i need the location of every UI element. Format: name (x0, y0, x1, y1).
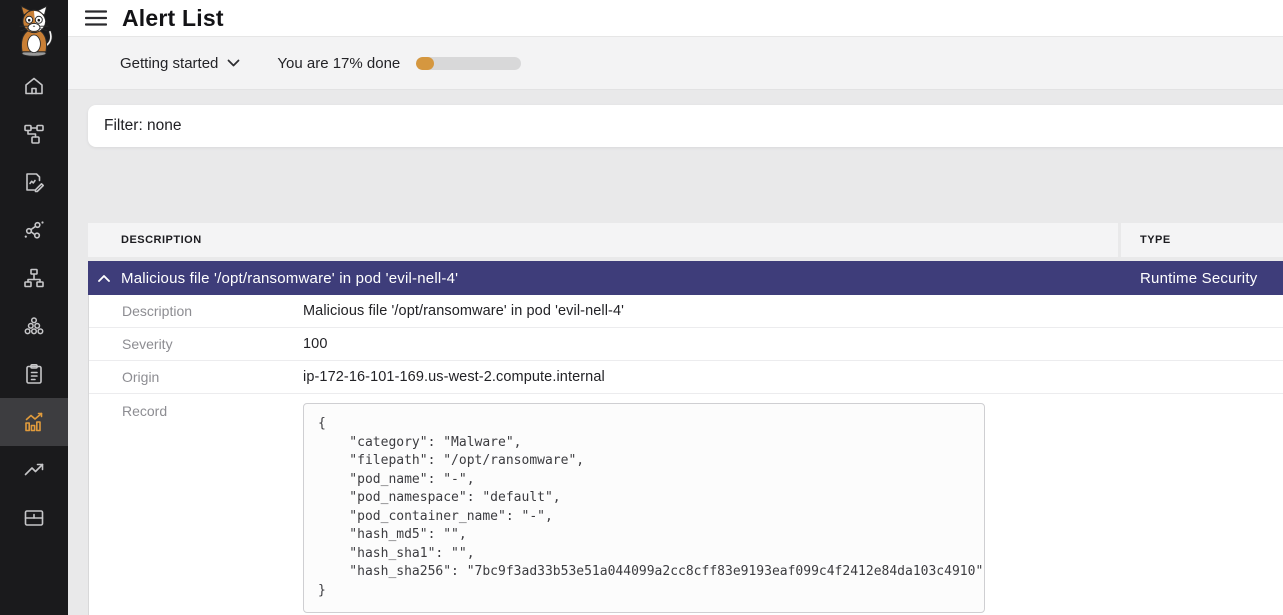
detail-value: 100 (303, 336, 328, 352)
table-header-row: DESCRIPTION TYPE (88, 223, 1283, 257)
alert-row-expanded[interactable]: Malicious file '/opt/ransomware' in pod … (88, 261, 1283, 295)
home-icon (22, 74, 46, 98)
detail-label: Description (122, 303, 303, 319)
storage-box-icon (22, 506, 46, 530)
chevron-down-icon (227, 59, 240, 67)
detail-label: Origin (122, 369, 303, 385)
main-area: Alert List Getting started You are 17% d… (68, 0, 1283, 615)
hamburger-icon[interactable] (83, 8, 109, 28)
topology-icon (22, 122, 46, 146)
sidebar-item-storage[interactable] (0, 494, 68, 542)
cluster-circles-icon (22, 314, 46, 338)
sidebar-item-molecule[interactable] (0, 206, 68, 254)
sidebar-item-report[interactable] (0, 158, 68, 206)
metrics-chart-icon (22, 410, 46, 434)
filter-label: Filter: none (104, 117, 182, 135)
clipboard-icon (22, 362, 46, 386)
sidebar-nav (0, 62, 68, 542)
sidebar-item-trends[interactable] (0, 446, 68, 494)
sitemap-icon (22, 266, 46, 290)
detail-row-description: Description Malicious file '/opt/ransomw… (89, 295, 1283, 328)
detail-label: Severity (122, 336, 303, 352)
content: Filter: none DESCRIPTION TYPE Malicious … (68, 90, 1283, 615)
sidebar-item-topology[interactable] (0, 110, 68, 158)
alert-row-type: Runtime Security (1140, 270, 1257, 287)
cat-mascot-logo (0, 0, 68, 62)
sidebar-item-cluster[interactable] (0, 302, 68, 350)
topbar: Alert List (68, 0, 1283, 37)
column-header-type: TYPE (1121, 223, 1283, 257)
molecule-icon (22, 218, 46, 242)
alert-table: DESCRIPTION TYPE Malicious file '/opt/ra… (88, 223, 1283, 615)
detail-row-severity: Severity 100 (89, 328, 1283, 361)
sidebar (0, 0, 68, 615)
report-edit-icon (22, 170, 46, 194)
record-json-block: { "category": "Malware", "filepath": "/o… (303, 403, 985, 613)
getting-started-label: Getting started (120, 55, 218, 72)
detail-row-record: Record { "category": "Malware", "filepat… (89, 394, 1283, 613)
sidebar-item-sitemap[interactable] (0, 254, 68, 302)
detail-label: Record (122, 402, 303, 419)
alert-row-description: Malicious file '/opt/ransomware' in pod … (121, 270, 458, 287)
filter-bar[interactable]: Filter: none (88, 105, 1283, 147)
alert-details: Description Malicious file '/opt/ransomw… (88, 295, 1283, 615)
sidebar-item-home[interactable] (0, 62, 68, 110)
page-title: Alert List (122, 5, 224, 32)
detail-row-origin: Origin ip-172-16-101-169.us-west-2.compu… (89, 361, 1283, 394)
column-header-description: DESCRIPTION (88, 223, 1118, 257)
chevron-up-icon[interactable] (97, 274, 111, 283)
detail-value: Malicious file '/opt/ransomware' in pod … (303, 303, 624, 319)
sidebar-item-clipboard[interactable] (0, 350, 68, 398)
progress-bar-fill (416, 57, 434, 70)
detail-value: ip-172-16-101-169.us-west-2.compute.inte… (303, 369, 605, 385)
progress-bar (416, 57, 521, 70)
sidebar-item-alerts[interactable] (0, 398, 68, 446)
getting-started-dropdown[interactable]: Getting started (120, 55, 240, 72)
progress-text: You are 17% done (277, 55, 400, 72)
trending-up-icon (22, 458, 46, 482)
getting-started-band: Getting started You are 17% done (68, 37, 1283, 90)
